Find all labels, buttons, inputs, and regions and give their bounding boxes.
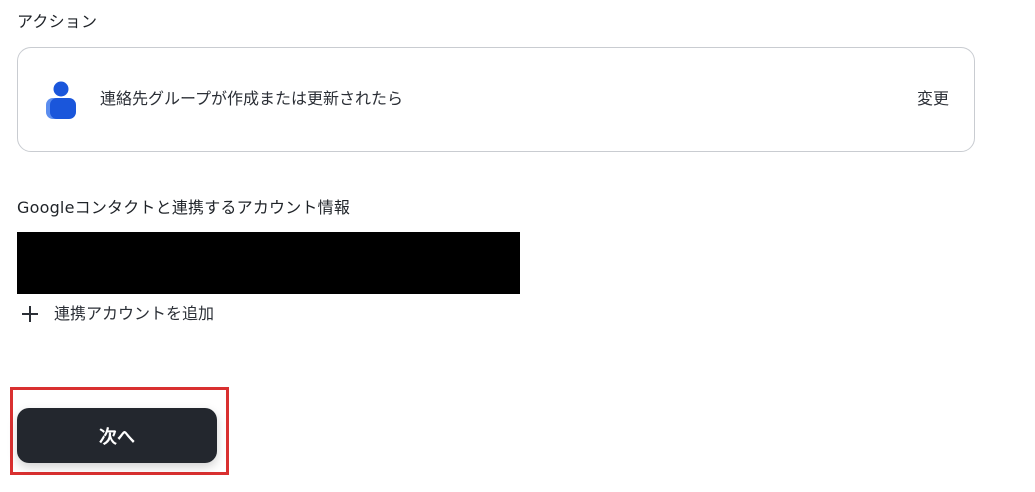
account-section-label: Googleコンタクトと連携するアカウント情報 — [17, 198, 351, 217]
action-section-label: アクション — [17, 12, 98, 31]
action-card: 連絡先グループが作成または更新されたら 変更 — [17, 47, 975, 152]
contact-person-icon — [44, 80, 80, 120]
add-account-label: 連携アカウントを追加 — [54, 304, 215, 323]
add-account-button[interactable]: 連携アカウントを追加 — [20, 302, 214, 326]
account-info-redacted[interactable] — [17, 232, 520, 294]
plus-icon — [20, 304, 40, 324]
change-action-button[interactable]: 変更 — [917, 88, 949, 110]
action-trigger-text: 連絡先グループが作成または更新されたら — [100, 89, 404, 108]
next-button[interactable]: 次へ — [17, 408, 217, 463]
